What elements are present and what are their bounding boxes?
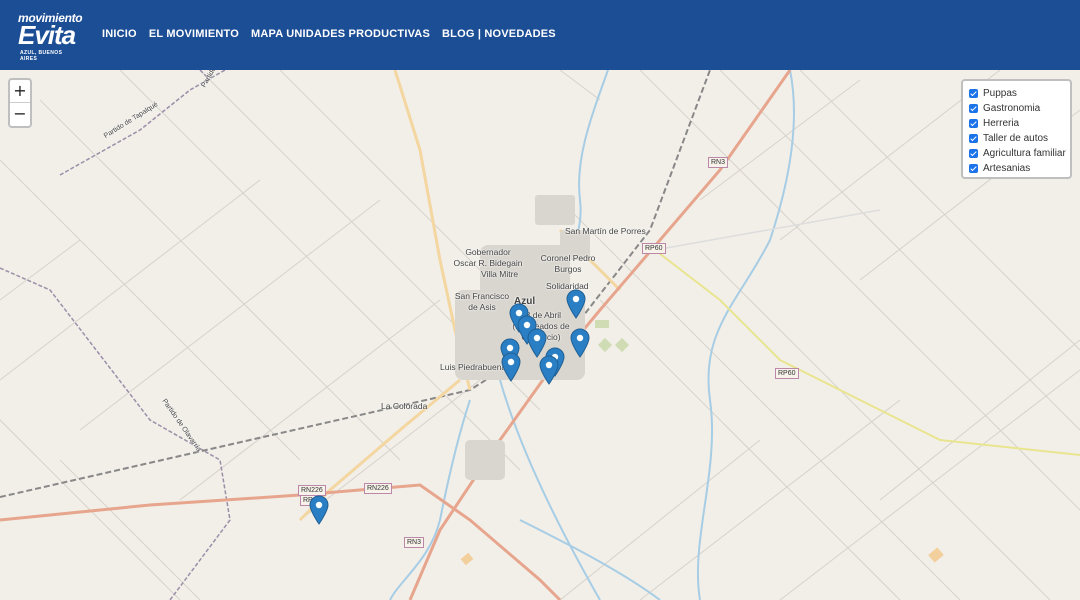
label-san-francisco: San Francisco de Asis xyxy=(454,291,510,312)
logo-line3: AZUL, BUENOS AIRES xyxy=(20,50,63,62)
layer-gastronomia[interactable]: Gastronomia xyxy=(969,101,1070,116)
label-villa-mitre: Villa Mitre xyxy=(481,269,519,279)
layer-taller-autos[interactable]: Taller de autos xyxy=(969,131,1070,146)
main-nav: INICIO EL MOVIMIENTO MAPA UNIDADES PRODU… xyxy=(102,28,556,40)
layer-label: Taller de autos xyxy=(983,133,1049,144)
layer-artesanias[interactable]: Artesanias xyxy=(969,161,1070,176)
checkbox-icon[interactable] xyxy=(969,149,978,158)
zoom-in-button[interactable]: + xyxy=(10,80,30,103)
layer-label: Herreria xyxy=(983,118,1020,129)
checkbox-icon[interactable] xyxy=(969,164,978,173)
shield-rn3-bottom: RN3 xyxy=(404,537,425,548)
layer-agricultura[interactable]: Agricultura familiar xyxy=(969,146,1070,161)
label-gobernador: Gobernador Oscar R. Bidegain xyxy=(453,247,523,268)
shield-rp60-right: RP60 xyxy=(775,368,799,379)
layer-label: Puppas xyxy=(983,88,1017,99)
site-header: movimiento Evita AZUL, BUENOS AIRES INIC… xyxy=(0,0,1080,70)
map-marker-icon[interactable] xyxy=(501,352,521,382)
nav-blog-novedades[interactable]: BLOG | NOVEDADES xyxy=(442,28,556,40)
layer-herreria[interactable]: Herreria xyxy=(969,116,1070,131)
checkbox-icon[interactable] xyxy=(969,104,978,113)
shield-rn226-b: RN226 xyxy=(364,483,392,494)
layer-label: Agricultura familiar xyxy=(983,148,1066,159)
label-luis-piedrabuena: Luis Piedrabuena xyxy=(440,362,507,372)
layer-control: Puppas Gastronomia Herreria Taller de au… xyxy=(961,79,1072,179)
logo-line2: Evita xyxy=(18,20,76,50)
map-marker-icon[interactable] xyxy=(566,289,586,319)
nav-el-movimiento[interactable]: EL MOVIMIENTO xyxy=(149,28,239,40)
map-area[interactable]: San Martín de Porres Gobernador Oscar R.… xyxy=(0,70,1080,600)
map-marker-icon[interactable] xyxy=(570,328,590,358)
label-coronel: Coronel Pedro Burgos xyxy=(540,253,596,274)
map-marker-icon[interactable] xyxy=(309,495,329,525)
shield-rp60-top: RP60 xyxy=(642,243,666,254)
label-la-colorada: La Colorada xyxy=(381,401,428,411)
nav-mapa-unidades[interactable]: MAPA UNIDADES PRODUCTIVAS xyxy=(251,28,430,40)
checkbox-icon[interactable] xyxy=(969,119,978,128)
nav-inicio[interactable]: INICIO xyxy=(102,28,137,40)
movimiento-evita-logo[interactable]: movimiento Evita AZUL, BUENOS AIRES xyxy=(16,8,83,62)
layer-puppas[interactable]: Puppas xyxy=(969,86,1070,101)
checkbox-icon[interactable] xyxy=(969,89,978,98)
map-marker-icon[interactable] xyxy=(527,328,547,358)
label-san-martin: San Martín de Porres xyxy=(565,226,646,236)
layer-label: Artesanias xyxy=(983,163,1031,174)
zoom-out-button[interactable]: − xyxy=(10,103,30,126)
checkbox-icon[interactable] xyxy=(969,134,978,143)
layer-label: Gastronomia xyxy=(983,103,1041,114)
map-marker-icon[interactable] xyxy=(539,355,559,385)
zoom-control: + − xyxy=(8,78,32,128)
shield-rn3-top: RN3 xyxy=(708,157,729,168)
